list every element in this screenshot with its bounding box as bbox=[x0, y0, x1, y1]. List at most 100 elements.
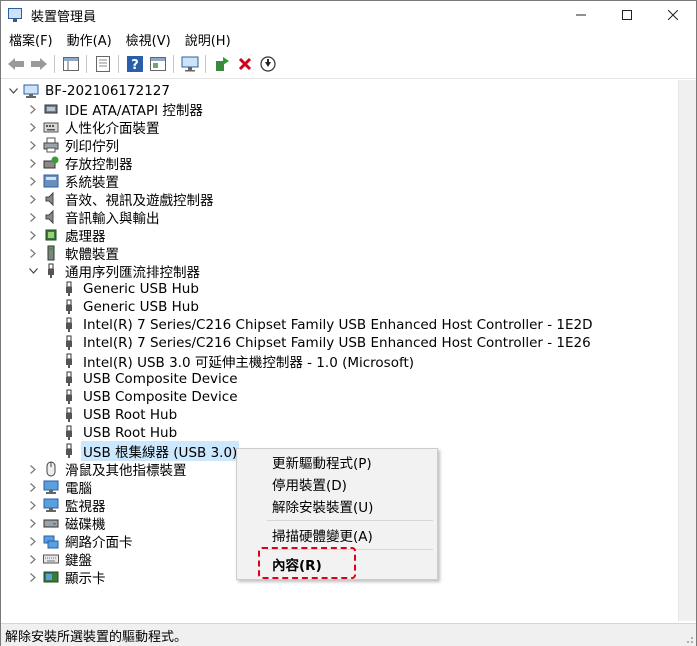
ctx-uninstall-device[interactable]: 解除安裝裝置(U) bbox=[237, 495, 437, 517]
maximize-icon bbox=[622, 10, 632, 20]
tree-item-label: Generic USB Hub bbox=[83, 299, 199, 315]
usb-icon bbox=[61, 335, 77, 351]
tree-usb-device[interactable]: Generic USB Hub bbox=[45, 298, 201, 316]
update-driver-button[interactable] bbox=[211, 53, 233, 75]
expand-chevron-right-icon[interactable] bbox=[27, 118, 39, 136]
tree-category[interactable]: 通用序列匯流排控制器 bbox=[27, 262, 202, 281]
tree-usb-device[interactable]: Intel(R) 7 Series/C216 Chipset Family US… bbox=[45, 316, 595, 334]
network-adapter-icon bbox=[43, 533, 59, 549]
tree-root[interactable]: BF-202106172127 bbox=[7, 82, 172, 100]
menu-help[interactable]: 說明(H) bbox=[179, 30, 237, 49]
tree-category[interactable]: 顯示卡 bbox=[27, 568, 108, 587]
tree-category[interactable]: 電腦 bbox=[27, 478, 94, 497]
menu-action[interactable]: 動作(A) bbox=[61, 30, 118, 49]
title-bar: 裝置管理員 bbox=[1, 1, 696, 29]
tree-category[interactable]: 系統裝置 bbox=[27, 172, 121, 191]
expand-chevron-right-icon[interactable] bbox=[27, 226, 39, 244]
tree-category[interactable]: 網路介面卡 bbox=[27, 532, 135, 551]
forward-button[interactable] bbox=[28, 53, 50, 75]
maximize-button[interactable] bbox=[604, 1, 650, 29]
expand-chevron-right-icon[interactable] bbox=[27, 550, 39, 568]
menu-file[interactable]: 檔案(F) bbox=[3, 30, 59, 49]
usb-icon bbox=[61, 371, 77, 387]
resize-grip-icon[interactable] bbox=[684, 634, 694, 644]
tree-category[interactable]: 軟體裝置 bbox=[27, 244, 121, 263]
hid-icon bbox=[43, 119, 59, 135]
minimize-button[interactable] bbox=[558, 1, 604, 29]
tree-usb-device[interactable]: USB Root Hub bbox=[45, 424, 179, 442]
expand-chevron-right-icon[interactable] bbox=[27, 478, 39, 496]
tree-item-label: 鍵盤 bbox=[65, 553, 92, 569]
scan-hardware-button[interactable] bbox=[179, 53, 201, 75]
expand-chevron-right-icon[interactable] bbox=[27, 208, 39, 226]
tree-category[interactable]: 滑鼠及其他指標裝置 bbox=[27, 460, 189, 479]
show-hide-console-tree-button[interactable] bbox=[60, 53, 82, 75]
expand-chevron-right-icon[interactable] bbox=[27, 496, 39, 514]
expand-chevron-right-icon[interactable] bbox=[27, 154, 39, 172]
vertical-scrollbar[interactable] bbox=[678, 80, 696, 621]
properties-toolbar-button[interactable] bbox=[92, 53, 114, 75]
expand-chevron-right-icon[interactable] bbox=[27, 514, 39, 532]
ctx-disable-device[interactable]: 停用裝置(D) bbox=[237, 473, 437, 495]
tree-category[interactable]: 列印佇列 bbox=[27, 136, 121, 155]
expand-chevron-right-icon[interactable] bbox=[27, 190, 39, 208]
ctx-update-driver[interactable]: 更新驅動程式(P) bbox=[237, 451, 437, 473]
usb-icon bbox=[61, 443, 77, 459]
action-pane-button[interactable] bbox=[147, 53, 169, 75]
tree-item-label: 軟體裝置 bbox=[65, 247, 119, 263]
tree-usb-device[interactable]: Intel(R) 7 Series/C216 Chipset Family US… bbox=[45, 334, 593, 352]
uninstall-button[interactable] bbox=[234, 53, 256, 75]
tree-item-label: 列印佇列 bbox=[65, 139, 119, 155]
properties-page-icon bbox=[96, 56, 110, 72]
expand-chevron-right-icon[interactable] bbox=[27, 532, 39, 550]
tree-category[interactable]: 監視器 bbox=[27, 496, 108, 515]
expand-chevron-down-icon[interactable] bbox=[27, 262, 39, 280]
tree-category[interactable]: IDE ATA/ATAPI 控制器 bbox=[27, 100, 205, 119]
tree-usb-device[interactable]: USB Composite Device bbox=[45, 388, 240, 406]
device-manager-icon bbox=[7, 7, 23, 23]
tree-item-label: 監視器 bbox=[65, 499, 106, 515]
expand-chevron-right-icon[interactable] bbox=[27, 136, 39, 154]
tree-category[interactable]: 存放控制器 bbox=[27, 154, 135, 173]
tree-usb-device[interactable]: Generic USB Hub bbox=[45, 280, 201, 298]
red-x-icon bbox=[238, 57, 252, 71]
tree-category[interactable]: 音訊輸入與輸出 bbox=[27, 208, 162, 227]
speaker-icon bbox=[43, 191, 59, 207]
status-bar: 解除安裝所選裝置的驅動程式。 bbox=[1, 623, 696, 646]
tree-usb-device[interactable]: USB Composite Device bbox=[45, 370, 240, 388]
expand-chevron-right-icon[interactable] bbox=[27, 172, 39, 190]
expand-chevron-right-icon[interactable] bbox=[27, 100, 39, 118]
tree-category[interactable]: 人性化介面裝置 bbox=[27, 118, 162, 137]
tree-category[interactable]: 鍵盤 bbox=[27, 550, 94, 569]
help-button[interactable]: ? bbox=[124, 53, 146, 75]
tree-item-label: Intel(R) 7 Series/C216 Chipset Family US… bbox=[83, 335, 591, 351]
disable-device-button[interactable] bbox=[257, 53, 279, 75]
ctx-scan-hardware[interactable]: 掃描硬體變更(A) bbox=[237, 524, 437, 546]
expand-chevron-right-icon[interactable] bbox=[27, 460, 39, 478]
back-button[interactable] bbox=[5, 53, 27, 75]
usb-icon bbox=[61, 299, 77, 315]
monitor-icon bbox=[43, 497, 59, 513]
tree-usb-device[interactable]: Intel(R) USB 3.0 可延伸主機控制器 - 1.0 (Microso… bbox=[45, 352, 416, 371]
tree-item-label: 滑鼠及其他指標裝置 bbox=[65, 463, 187, 479]
tree-item-label: 顯示卡 bbox=[65, 571, 106, 587]
usb-icon bbox=[61, 389, 77, 405]
expand-chevron-right-icon[interactable] bbox=[27, 244, 39, 262]
action-pane-icon bbox=[150, 57, 166, 71]
storage-controller-icon bbox=[43, 155, 59, 171]
tree-category[interactable]: 磁碟機 bbox=[27, 514, 108, 533]
properties-highlight-box bbox=[258, 547, 356, 579]
tree-category[interactable]: 處理器 bbox=[27, 226, 108, 245]
tree-item-label: USB Root Hub bbox=[83, 425, 178, 441]
tree-usb-device[interactable]: USB 根集線器 (USB 3.0) bbox=[45, 441, 240, 461]
expand-chevron-down-icon[interactable] bbox=[7, 82, 19, 100]
expand-chevron-right-icon[interactable] bbox=[27, 568, 39, 586]
tree-category[interactable]: 音效、視訊及遊戲控制器 bbox=[27, 190, 216, 209]
usb-icon bbox=[61, 407, 77, 423]
tree-usb-device[interactable]: USB Root Hub bbox=[45, 406, 179, 424]
menu-view[interactable]: 檢視(V) bbox=[120, 30, 177, 49]
forward-arrow-icon bbox=[31, 58, 47, 70]
close-button[interactable] bbox=[650, 1, 696, 29]
tree-item-label: USB 根集線器 (USB 3.0) bbox=[81, 441, 240, 461]
processor-icon bbox=[43, 227, 59, 243]
